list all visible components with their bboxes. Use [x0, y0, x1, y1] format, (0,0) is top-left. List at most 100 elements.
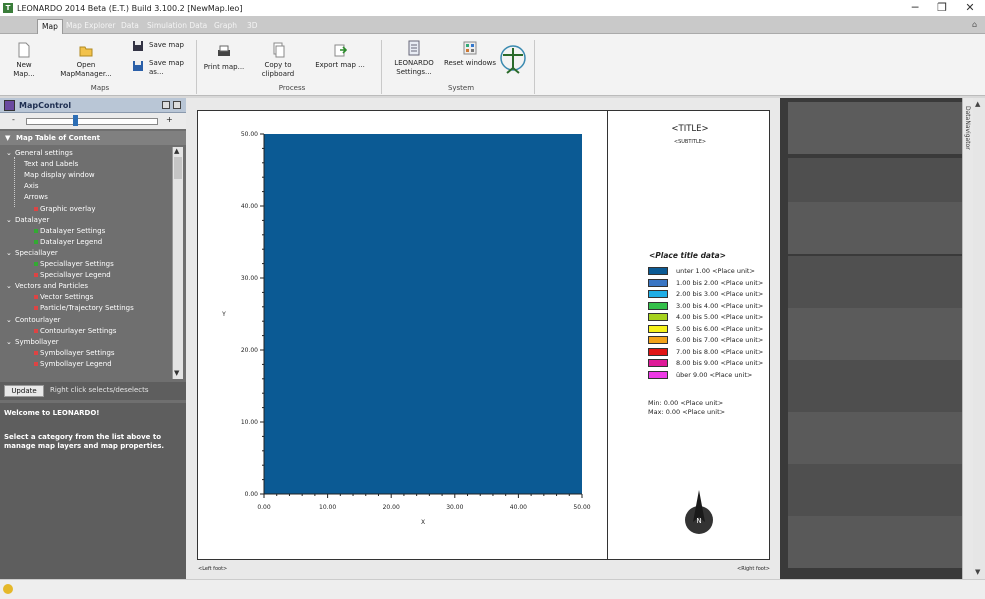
toc-node-label: Vectors and Particles: [15, 282, 89, 291]
toc-node-label: General settings: [15, 149, 73, 157]
leonardo-settings-label: LEONARDO Settings...: [394, 59, 434, 76]
toc-scrollbar-thumb[interactable]: [174, 157, 182, 179]
y-tick-label: 0.00: [245, 491, 259, 498]
toc-node[interactable]: ⌄ Vectors and Particles: [6, 282, 88, 290]
tab-map-explorer[interactable]: Map Explorer: [62, 19, 119, 34]
expander-icon[interactable]: ⌄: [6, 216, 15, 224]
datanavigator-tab[interactable]: DataNavigator: [962, 98, 973, 579]
toc-node[interactable]: Axis: [24, 182, 39, 190]
toc-scrollbar[interactable]: ▲ ▼: [172, 147, 183, 379]
texture-tile: [788, 516, 962, 568]
zoom-in-button[interactable]: +: [166, 115, 173, 124]
scroll-down-icon[interactable]: ▼: [174, 369, 179, 377]
toc-node[interactable]: Graphic overlay: [34, 205, 95, 213]
toc-node[interactable]: Particle/Trajectory Settings: [34, 304, 134, 312]
zoom-slider[interactable]: [26, 118, 158, 125]
toc-node[interactable]: Datalayer Legend: [34, 238, 102, 246]
minimize-button[interactable]: ─: [900, 0, 930, 16]
toc-node[interactable]: Arrows: [24, 193, 48, 201]
print-map-button[interactable]: Print map...: [203, 44, 245, 72]
enabled-icon: [34, 239, 38, 244]
toc-node[interactable]: Datalayer Settings: [34, 227, 105, 235]
toc-node-label: Contourlayer: [15, 315, 61, 324]
toc-node[interactable]: Speciallayer Legend: [34, 271, 111, 279]
copy-to-clipboard-button[interactable]: Copy to clipboard: [256, 42, 300, 79]
restore-button[interactable]: ❐: [927, 0, 957, 16]
save-map-as-button[interactable]: Save map as...: [130, 58, 185, 80]
toc-node[interactable]: ⌄ Datalayer: [6, 216, 49, 224]
zoom-slider-thumb[interactable]: [72, 115, 78, 126]
map-title[interactable]: <TITLE>: [608, 124, 772, 134]
map-paper: 0.00 10.00 20.00 30.00 40.00 50.00 0.00 10.00 20…: [197, 110, 770, 560]
y-tick-label: 20.00: [241, 347, 258, 354]
scroll-down-icon[interactable]: ▼: [975, 568, 980, 576]
system-group-label: System: [447, 84, 475, 92]
zoom-out-button[interactable]: -: [12, 115, 15, 124]
disabled-icon: [34, 206, 38, 211]
map-control-header: MapControl: [0, 98, 186, 113]
update-bar: Update Right click selects/deselects: [0, 382, 186, 400]
legend-swatch: [648, 278, 668, 287]
toc-node-label: Speciallayer Legend: [40, 271, 111, 280]
tree-connector: [14, 157, 15, 207]
tab-data[interactable]: Data: [117, 19, 143, 34]
expander-icon[interactable]: ⌄: [6, 316, 15, 324]
new-map-button[interactable]: New Map...: [6, 42, 42, 79]
tab-map[interactable]: Map: [37, 19, 63, 34]
north-arrow-icon[interactable]: N: [682, 490, 716, 536]
tab-3d[interactable]: 3D: [243, 19, 262, 34]
toc-node-label: Symbollayer: [15, 337, 59, 346]
map-toc-header[interactable]: ▼ Map Table of Content: [0, 131, 186, 145]
toc-node[interactable]: Vector Settings: [34, 293, 93, 301]
leonardo-settings-button[interactable]: LEONARDO Settings...: [390, 40, 438, 77]
x-tick-label: 50.00: [573, 504, 590, 511]
open-map-manager-button[interactable]: Open MapManager...: [51, 42, 121, 79]
export-map-button[interactable]: Export map ...: [313, 42, 367, 70]
expander-icon[interactable]: ⌄: [6, 249, 15, 257]
left-foot[interactable]: <Left foot>: [198, 566, 227, 572]
tab-graph[interactable]: Graph: [210, 19, 241, 34]
open-map-manager-label: Open MapManager...: [60, 61, 112, 78]
collapse-arrow-icon: ▼: [5, 134, 11, 142]
reset-windows-button[interactable]: Reset windows: [444, 40, 496, 68]
windows-grid-icon: [463, 41, 477, 55]
toc-node-label: Symbollayer Legend: [40, 359, 112, 368]
toc-node[interactable]: Text and Labels: [24, 160, 78, 168]
right-foot[interactable]: <Right foot>: [737, 566, 770, 572]
toc-node[interactable]: Contourlayer Settings: [34, 327, 116, 335]
map-plot[interactable]: 0.00 10.00 20.00 30.00 40.00 50.00 0.00 10.00 20…: [198, 111, 606, 559]
canvas-scrollbar[interactable]: ▲ ▼: [973, 98, 985, 579]
close-panel-icon[interactable]: [173, 101, 181, 109]
y-axis-label: Y: [221, 311, 226, 318]
pin-icon[interactable]: [162, 101, 170, 109]
scroll-up-icon[interactable]: ▲: [975, 100, 980, 108]
toc-node[interactable]: ⌄ Symbollayer: [6, 338, 59, 346]
legend-swatch: [648, 267, 668, 275]
y-tick-label: 30.00: [241, 275, 258, 282]
legend-label: 1.00 bis 2.00 <Place unit>: [676, 278, 764, 287]
toc-node-label: Speciallayer: [15, 248, 58, 257]
texture-panel: [780, 98, 962, 579]
close-button[interactable]: ✕: [955, 0, 985, 16]
toc-node[interactable]: Speciallayer Settings: [34, 260, 114, 268]
toc-node[interactable]: ⌄ Contourlayer: [6, 316, 61, 324]
expander-icon[interactable]: ⌄: [6, 282, 15, 290]
toc-node[interactable]: Symbollayer Legend: [34, 360, 112, 368]
map-canvas-area: 0.00 10.00 20.00 30.00 40.00 50.00 0.00 10.00 20…: [186, 98, 780, 579]
legend-title[interactable]: <Place title data>: [649, 251, 726, 260]
toc-node[interactable]: ⌄ Speciallayer: [6, 249, 58, 257]
tab-simulation-data[interactable]: Simulation Data: [143, 19, 211, 34]
toc-node[interactable]: ⌄ General settings: [6, 149, 73, 157]
toc-node[interactable]: Symbollayer Settings: [34, 349, 115, 357]
expander-icon[interactable]: ⌄: [6, 338, 15, 346]
toc-node-label: Particle/Trajectory Settings: [40, 304, 134, 313]
legend-label: 8.00 bis 9.00 <Place unit>: [676, 359, 764, 367]
ribbon-collapse-icon[interactable]: ⌂: [972, 20, 977, 29]
disabled-icon: [34, 328, 38, 333]
update-button[interactable]: Update: [4, 385, 44, 397]
vitruvian-man-icon[interactable]: [499, 42, 527, 74]
toc-node[interactable]: Map display window: [24, 171, 95, 179]
map-subtitle[interactable]: <SUBTITLE>: [608, 139, 772, 145]
expander-icon[interactable]: ⌄: [6, 149, 15, 157]
scroll-up-icon[interactable]: ▲: [174, 147, 179, 155]
